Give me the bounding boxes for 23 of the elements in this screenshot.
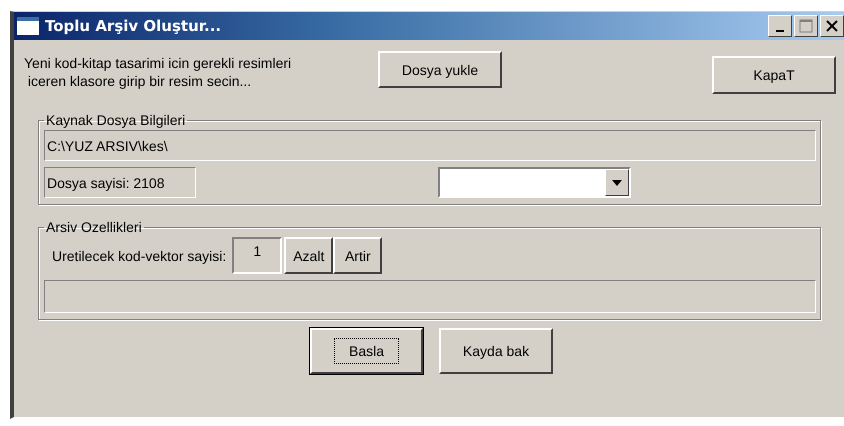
group-title: Arsiv Ozellikleri — [45, 219, 143, 235]
group-title: Kaynak Dosya Bilgileri — [45, 112, 186, 128]
close-icon — [826, 20, 838, 32]
minimize-icon — [776, 30, 784, 32]
window-icon — [17, 17, 39, 35]
dialog-button[interactable]: Basla — [310, 328, 423, 374]
dropdown[interactable] — [438, 167, 631, 198]
decrease-button[interactable]: Azalt — [284, 237, 334, 274]
maximize-icon — [799, 19, 813, 33]
dialog-button[interactable]: Kayda bak — [439, 328, 553, 374]
load-button[interactable]: Dosya yukle — [378, 51, 502, 88]
close-dialog-button[interactable]: KapaT — [712, 56, 836, 94]
count-field[interactable]: 1 — [232, 237, 282, 274]
count-label: Uretilecek kod-vektor sayisi: — [52, 248, 226, 264]
dropdown-arrow-icon — [612, 180, 622, 186]
instruction-text: Yeni kod-kitap tasarimi icin gerekli resimleri iceren klasore girip bir resim secin... — [24, 54, 292, 90]
maximize-button[interactable] — [794, 15, 818, 37]
path-field: C:\YUZ ARSIV\kes\ — [44, 130, 816, 161]
window-title: Toplu Arşiv Oluştur... — [45, 17, 222, 35]
file-count-field: Dosya sayisi: 2108 — [44, 167, 196, 198]
minimize-button[interactable] — [768, 15, 792, 37]
increase-button[interactable]: Artir — [333, 237, 382, 274]
close-button[interactable] — [820, 15, 844, 37]
